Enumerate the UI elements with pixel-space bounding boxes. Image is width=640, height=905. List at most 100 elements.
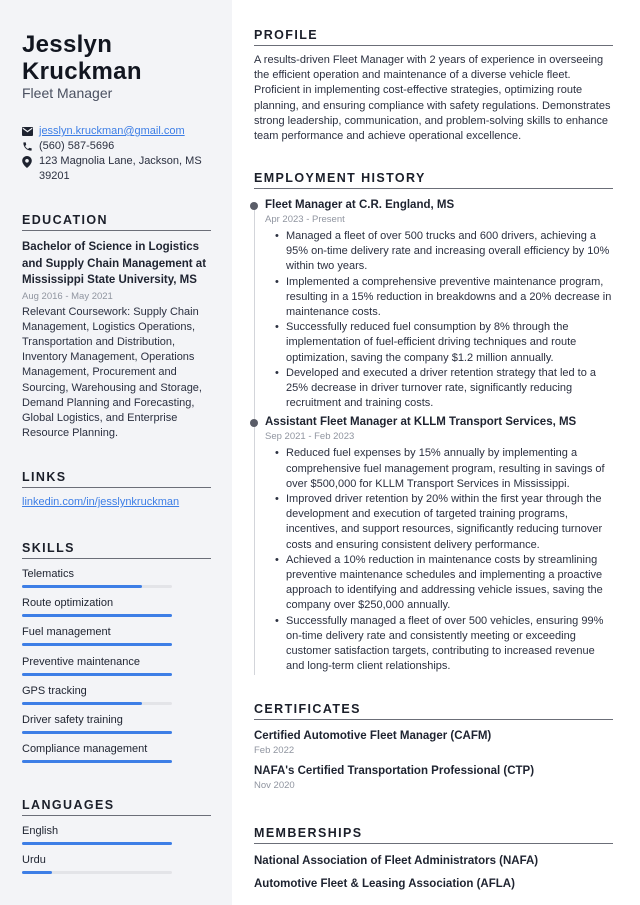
skill-item-label: Compliance management xyxy=(22,743,148,756)
skills-list: Telematics Route optimization Fuel managem… xyxy=(22,559,211,764)
skills-section: SKILLS Telematics Route optimization Fuel … xyxy=(22,541,211,764)
language-item: Urdu xyxy=(22,845,211,875)
skill-item-level-track xyxy=(22,730,172,734)
profile-heading: PROFILE xyxy=(254,28,613,46)
skill-item-level-track xyxy=(22,701,172,705)
employment-timeline: Fleet Manager at C.R. England, MS Apr 202… xyxy=(250,197,613,675)
education-degree: Bachelor of Science in Logistics and Sup… xyxy=(22,241,207,286)
education-section: EDUCATION Bachelor of Science in Logisti… xyxy=(22,213,211,441)
contact-info: jesslyn.kruckman@gmail.com (560) 587-569… xyxy=(22,124,212,184)
job-bullet: Implemented a comprehensive preventive m… xyxy=(275,275,613,321)
language-item-level-track xyxy=(22,842,172,845)
memberships-section: MEMBERSHIPS National Association of Flee… xyxy=(254,826,613,892)
skill-item: Preventive maintenance xyxy=(22,647,211,676)
skill-item-level-track xyxy=(22,643,172,647)
skill-item-level-fill xyxy=(22,730,172,734)
timeline-dot-icon xyxy=(250,202,258,210)
skill-item-label: GPS tracking xyxy=(22,684,87,697)
contact-email-row: jesslyn.kruckman@gmail.com xyxy=(22,124,212,139)
employment-heading: EMPLOYMENT HISTORY xyxy=(254,171,613,189)
skill-item-level-fill xyxy=(22,701,142,705)
skill-item-level-fill xyxy=(22,614,172,618)
links-section: LINKS linkedin.com/in/jesslynkruckman xyxy=(22,470,211,508)
skill-item-label: Route optimization xyxy=(22,597,114,610)
language-item-level-track xyxy=(22,871,172,875)
jobs-list: Fleet Manager at C.R. England, MS Apr 202… xyxy=(250,197,613,675)
skill-item: GPS tracking xyxy=(22,676,211,705)
languages-heading: LANGUAGES xyxy=(22,798,211,816)
contact-phone-row: (560) 587-5696 xyxy=(22,139,212,154)
profile-section: PROFILE A results-driven Fleet Manager w… xyxy=(254,28,613,144)
certificate-date: Feb 2022 xyxy=(254,745,295,756)
memberships-heading: MEMBERSHIPS xyxy=(254,826,613,844)
membership-item: Automotive Fleet & Leasing Association (… xyxy=(254,878,515,890)
skill-item-level-fill xyxy=(22,760,172,764)
skill-item-level-track xyxy=(22,614,172,618)
profile-text: A results-driven Fleet Manager with 2 ye… xyxy=(254,54,611,143)
skill-item-level-track xyxy=(22,672,172,676)
certificates-heading: CERTIFICATES xyxy=(254,702,613,720)
job-bullet: Improved driver retention by 20% within … xyxy=(275,492,613,553)
job-bullets: Managed a fleet of over 500 trucks and 6… xyxy=(265,229,613,411)
certificate-item: Certified Automotive Fleet Manager (CAFM… xyxy=(254,728,613,757)
job-bullet: Developed and executed a driver retentio… xyxy=(275,366,613,412)
languages-section: LANGUAGES English Urdu xyxy=(22,798,211,875)
employment-section: EMPLOYMENT HISTORY Fleet Manager at C.R.… xyxy=(250,171,613,675)
skill-item-label: Telematics xyxy=(22,568,74,580)
certificates-list: Certified Automotive Fleet Manager (CAFM… xyxy=(254,728,613,792)
job-bullet: Successfully reduced fuel consumption by… xyxy=(275,320,613,366)
email-link[interactable]: jesslyn.kruckman@gmail.com xyxy=(39,124,185,139)
language-item-level-fill xyxy=(22,842,172,845)
job-bullet: Managed a fleet of over 500 trucks and 6… xyxy=(275,229,613,275)
phone-number: (560) 587-5696 xyxy=(39,140,115,152)
skills-heading: SKILLS xyxy=(22,541,211,559)
skill-item: Telematics xyxy=(22,559,211,588)
certificate-name: Certified Automotive Fleet Manager (CAFM… xyxy=(254,730,492,742)
certificate-name: NAFA's Certified Transportation Professi… xyxy=(254,765,535,777)
certificate-item: NAFA's Certified Transportation Professi… xyxy=(254,763,613,792)
membership-item: National Association of Fleet Administra… xyxy=(254,855,539,867)
skill-item: Driver safety training xyxy=(22,705,211,734)
language-item: English xyxy=(22,816,211,845)
education-date: Aug 2016 - May 2021 xyxy=(22,290,113,302)
phone-icon xyxy=(22,139,39,154)
skill-item-level-fill xyxy=(22,672,172,676)
address: 123 Magnolia Lane, Jackson, MS 39201 xyxy=(39,155,202,182)
job-title: Fleet Manager at C.R. England, MS xyxy=(265,199,455,211)
skill-item-label: Driver safety training xyxy=(22,713,123,726)
sidebar: Jesslyn Kruckman Fleet Manager jesslyn.k… xyxy=(0,0,232,905)
skill-item-label: Preventive maintenance xyxy=(22,655,141,668)
skill-item-level-fill xyxy=(22,585,142,588)
memberships-list: National Association of Fleet Administra… xyxy=(254,853,613,892)
education-heading: EDUCATION xyxy=(22,213,211,231)
candidate-name: Jesslyn Kruckman xyxy=(22,31,142,85)
skill-item-label: Fuel management xyxy=(22,626,111,639)
links-heading: LINKS xyxy=(22,470,211,488)
first-name: Jesslyn xyxy=(22,31,113,58)
skill-item: Route optimization xyxy=(22,588,211,618)
skill-item-level-track xyxy=(22,585,172,588)
job-title: Assistant Fleet Manager at KLLM Transpor… xyxy=(265,416,577,429)
candidate-job-title: Fleet Manager xyxy=(22,85,113,101)
language-item-label: Urdu xyxy=(22,854,46,867)
certificates-section: CERTIFICATES Certified Automotive Fleet … xyxy=(254,702,613,792)
linkedin-link[interactable]: linkedin.com/in/jesslynkruckman xyxy=(22,496,211,508)
location-pin-icon xyxy=(22,154,39,169)
job-entry: Fleet Manager at C.R. England, MS Apr 202… xyxy=(250,197,613,411)
last-name: Kruckman xyxy=(22,58,142,85)
language-item-label: English xyxy=(22,825,59,837)
education-description: Relevant Coursework: Supply Chain Manage… xyxy=(22,305,202,440)
envelope-icon xyxy=(22,124,39,139)
languages-list: English Urdu xyxy=(22,816,211,875)
timeline-dot-icon xyxy=(250,419,258,428)
job-bullet: Reduced fuel expenses by 15% annually by… xyxy=(275,446,613,492)
job-entry: Assistant Fleet Manager at KLLM Transpor… xyxy=(250,414,613,675)
job-bullet: Achieved a 10% reduction in maintenance … xyxy=(275,553,613,614)
job-date: Apr 2023 - Present xyxy=(265,214,345,225)
certificate-date: Nov 2020 xyxy=(254,780,295,791)
skill-item-level-track xyxy=(22,760,172,764)
skill-item: Compliance management xyxy=(22,734,211,764)
job-date: Sep 2021 - Feb 2023 xyxy=(265,431,355,443)
job-bullet: Successfully managed a fleet of over 500… xyxy=(275,614,613,675)
skill-item: Fuel management xyxy=(22,617,211,647)
